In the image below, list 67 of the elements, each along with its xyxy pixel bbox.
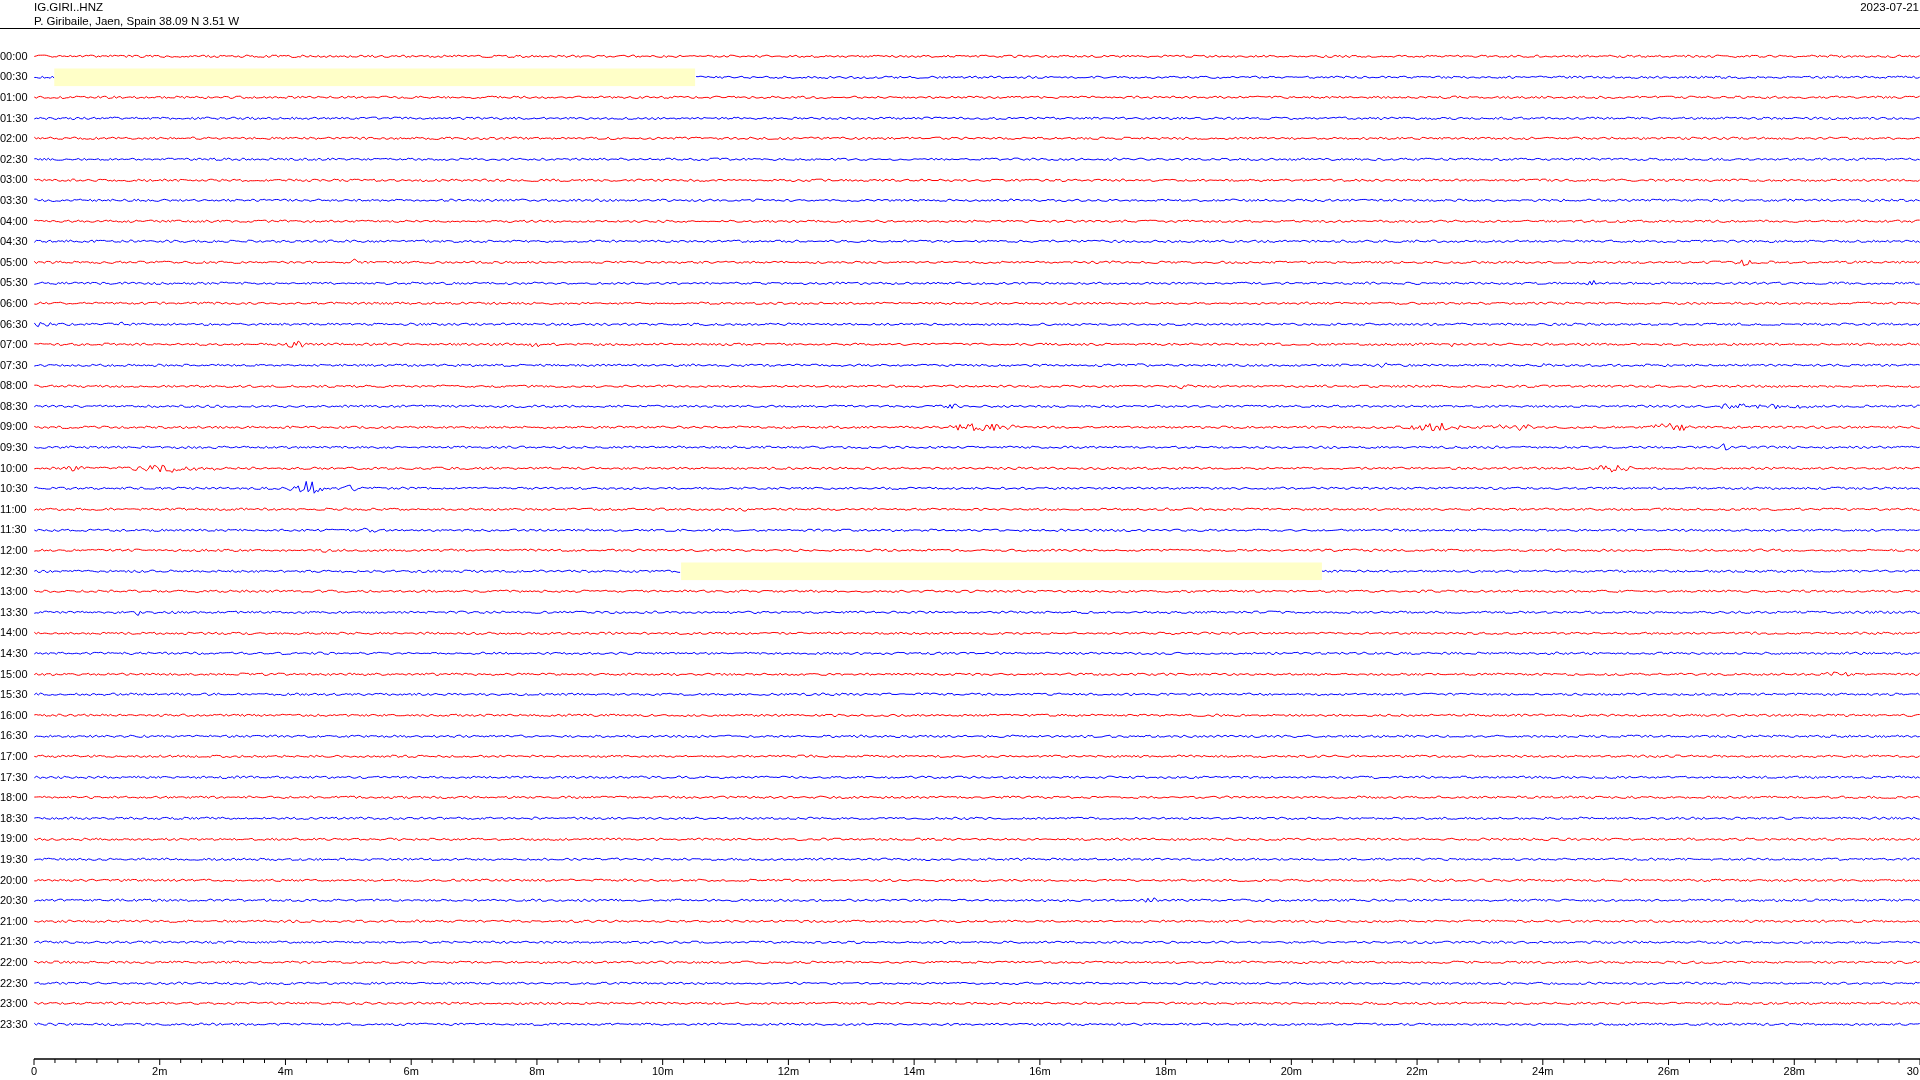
hour-label: 22:00 [0, 955, 29, 969]
hour-label: 11:30 [0, 523, 28, 537]
hour-label: 10:30 [0, 482, 29, 496]
hour-label: 12:00 [0, 544, 29, 558]
hour-label: 00:00 [0, 49, 29, 63]
hour-label: 05:30 [0, 276, 29, 290]
axis-tick-label: 6m [403, 1064, 419, 1077]
axis-tick-label: 12m [777, 1064, 800, 1077]
axis-tick-label: 30 [1906, 1064, 1919, 1077]
hour-label: 11:00 [0, 502, 28, 516]
hour-label: 02:00 [0, 132, 29, 146]
hour-label: 21:00 [0, 914, 29, 928]
hour-label: 03:00 [0, 173, 29, 187]
axis-tick-label: 8m [529, 1064, 545, 1077]
hour-label: 00:30 [0, 70, 29, 84]
hour-label: 03:30 [0, 193, 29, 207]
hour-label: 17:30 [0, 770, 29, 784]
hour-label: 04:30 [0, 235, 29, 249]
station-code: IG.GIRI..HNZ [34, 0, 104, 14]
hour-label: 06:00 [0, 296, 29, 310]
axis-tick-label: 24m [1532, 1064, 1554, 1077]
axis-tick-label: 0 [30, 1064, 38, 1077]
hour-label: 18:00 [0, 791, 29, 805]
hour-label: 20:30 [0, 894, 29, 908]
hour-label: 19:00 [0, 832, 29, 846]
axis-tick-label: 18m [1154, 1064, 1177, 1077]
axis-tick-label: 20m [1280, 1064, 1303, 1077]
hour-label: 13:30 [0, 605, 29, 619]
hour-label: 06:30 [0, 317, 29, 331]
hour-label: 14:30 [0, 647, 29, 660]
hour-label: 09:30 [0, 441, 29, 455]
axis-tick-label: 28m [1783, 1064, 1805, 1077]
hour-label: 19:30 [0, 852, 29, 866]
hour-label: 15:00 [0, 667, 29, 681]
axis-tick-label: 22m [1406, 1064, 1428, 1077]
hour-label: 08:00 [0, 379, 29, 393]
record-date: 2023-07-21 [1860, 0, 1919, 14]
axis-tick-label: 10m [651, 1064, 674, 1077]
hour-label: 21:30 [0, 935, 29, 949]
hour-label: 20:00 [0, 873, 29, 887]
hour-label: 01:30 [0, 111, 29, 125]
hour-label: 23:00 [0, 997, 29, 1011]
hour-label: 15:30 [0, 688, 29, 702]
hour-label: 07:00 [0, 338, 29, 352]
hour-label: 02:30 [0, 152, 29, 166]
hour-label: 17:00 [0, 750, 29, 763]
hour-label: 09:00 [0, 420, 29, 434]
hour-label: 01:00 [0, 91, 29, 104]
hour-label: 04:00 [0, 214, 29, 228]
axis-tick-label: 26m [1657, 1064, 1680, 1077]
hour-label: 12:30 [0, 564, 29, 578]
hour-label: 13:00 [0, 585, 29, 599]
hour-label: 18:30 [0, 811, 29, 825]
axis-tick-label: 2m [152, 1064, 168, 1077]
hour-label: 16:00 [0, 708, 29, 722]
axis-tick-label: 14m [903, 1064, 925, 1077]
hour-label: 10:00 [0, 461, 29, 475]
hour-label: 16:30 [0, 729, 29, 743]
station-location: P. Giribaile, Jaen, Spain 38.09 N 3.51 W [34, 14, 239, 28]
hour-label: 05:00 [0, 255, 29, 269]
hour-label: 22:30 [0, 976, 29, 990]
axis-tick-label: 16m [1029, 1064, 1051, 1077]
hour-label: 23:30 [0, 1017, 29, 1031]
hour-label: 07:30 [0, 358, 29, 372]
hour-label: 14:00 [0, 626, 29, 640]
axis-tick-label: 4m [277, 1064, 294, 1077]
hour-label: 08:30 [0, 399, 29, 413]
